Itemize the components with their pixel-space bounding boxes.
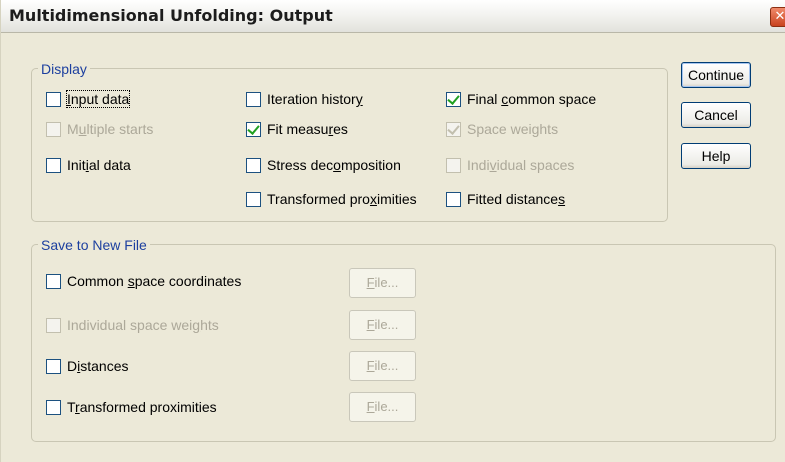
initial-data-checkbox[interactable]: Initial data bbox=[46, 155, 131, 175]
checkbox-label: Final common space bbox=[467, 91, 597, 107]
checkbox-label: Transformed proximities bbox=[67, 399, 217, 415]
output-dialog: Multidimensional Unfolding: Output ✕ Dis… bbox=[0, 0, 785, 462]
checkbox-label: Input data bbox=[65, 90, 131, 108]
space-weights-checkbox[interactable]: Space weights bbox=[446, 119, 558, 139]
checkbox-icon[interactable] bbox=[446, 191, 461, 207]
fit-measures-checkbox[interactable]: Fit measures bbox=[246, 119, 348, 139]
checkbox-checked-icon[interactable] bbox=[246, 121, 261, 137]
checkbox-label: Multiple starts bbox=[67, 121, 154, 137]
checkbox-label: Common space coordinates bbox=[67, 273, 242, 289]
transformed-proximities-file-button[interactable]: File... bbox=[349, 392, 416, 422]
checkbox-icon[interactable] bbox=[46, 121, 61, 137]
checkbox-checked-icon[interactable] bbox=[446, 91, 461, 107]
checkbox-icon[interactable] bbox=[46, 273, 61, 289]
help-button[interactable]: Help bbox=[681, 143, 751, 169]
checkbox-icon[interactable] bbox=[46, 358, 61, 374]
checkmark-icon bbox=[447, 91, 460, 105]
close-button[interactable]: ✕ bbox=[770, 7, 785, 27]
checkbox-label: Individual spaces bbox=[467, 157, 575, 173]
dialog-title: Multidimensional Unfolding: Output bbox=[9, 6, 333, 25]
iteration-history-checkbox[interactable]: Iteration history bbox=[246, 89, 363, 109]
title-bar[interactable]: Multidimensional Unfolding: Output ✕ bbox=[1, 0, 785, 33]
checkbox-label: Iteration history bbox=[267, 91, 363, 107]
checkbox-icon[interactable] bbox=[246, 191, 261, 207]
checkbox-label: Initial data bbox=[67, 157, 131, 173]
checkbox-label: Stress decomposition bbox=[267, 157, 401, 173]
stress-decomposition-checkbox[interactable]: Stress decomposition bbox=[246, 155, 401, 175]
common-space-coordinates-checkbox[interactable]: Common space coordinates bbox=[46, 271, 241, 291]
checkbox-label: Distances bbox=[67, 358, 129, 374]
checkbox-icon[interactable] bbox=[46, 157, 61, 173]
checkbox-icon[interactable] bbox=[246, 157, 261, 173]
multiple-starts-checkbox[interactable]: Multiple starts bbox=[46, 119, 153, 139]
fitted-distances-checkbox[interactable]: Fitted distances bbox=[446, 189, 565, 209]
individual-space-weights-checkbox[interactable]: Individual space weights bbox=[46, 315, 219, 335]
checkbox-checked-icon[interactable] bbox=[446, 121, 461, 137]
checkbox-label: Fitted distances bbox=[467, 191, 566, 207]
distances-checkbox[interactable]: Distances bbox=[46, 356, 129, 376]
checkbox-icon[interactable] bbox=[46, 317, 61, 333]
checkbox-label: Transformed proximities bbox=[267, 191, 417, 207]
close-icon: ✕ bbox=[774, 9, 785, 24]
space-weights-file-button[interactable]: File... bbox=[349, 310, 416, 340]
checkbox-label: Fit measures bbox=[267, 121, 348, 137]
save-group-label: Save to New File bbox=[38, 237, 150, 253]
checkmark-icon bbox=[247, 121, 260, 135]
display-group-label: Display bbox=[38, 61, 90, 77]
checkbox-icon[interactable] bbox=[46, 91, 61, 107]
checkbox-icon[interactable] bbox=[246, 91, 261, 107]
checkbox-icon[interactable] bbox=[446, 157, 461, 173]
individual-spaces-checkbox[interactable]: Individual spaces bbox=[446, 155, 574, 175]
distances-file-button[interactable]: File... bbox=[349, 351, 416, 381]
checkbox-icon[interactable] bbox=[46, 399, 61, 415]
display-transformed-proximities-checkbox[interactable]: Transformed proximities bbox=[246, 189, 417, 209]
final-common-space-checkbox[interactable]: Final common space bbox=[446, 89, 596, 109]
save-transformed-proximities-checkbox[interactable]: Transformed proximities bbox=[46, 397, 217, 417]
checkbox-label: Space weights bbox=[467, 121, 559, 137]
common-space-file-button[interactable]: File... bbox=[349, 268, 416, 298]
checkmark-icon bbox=[447, 121, 460, 135]
cancel-button[interactable]: Cancel bbox=[681, 102, 751, 128]
checkbox-label: Individual space weights bbox=[67, 317, 219, 333]
input-data-checkbox[interactable]: Input data bbox=[46, 89, 131, 109]
continue-button[interactable]: Continue bbox=[681, 62, 751, 88]
